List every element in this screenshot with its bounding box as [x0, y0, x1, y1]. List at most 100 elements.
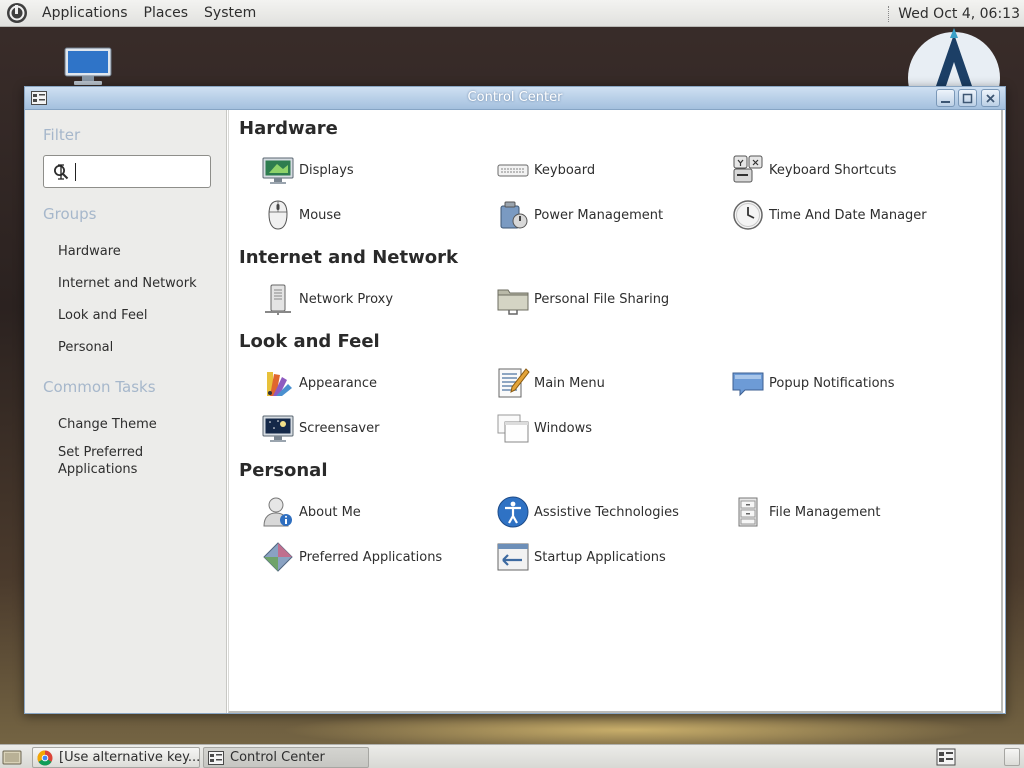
- startup-apps-icon: [497, 543, 529, 571]
- item-label: Main Menu: [534, 375, 605, 391]
- control-center-icon: [208, 750, 224, 765]
- minimize-icon: [941, 100, 950, 103]
- group-hardware[interactable]: Hardware: [58, 243, 218, 260]
- keyboard-icon: [497, 164, 529, 177]
- display-icon: [262, 157, 294, 184]
- item-label: Startup Applications: [534, 549, 666, 565]
- clock[interactable]: Wed Oct 4, 06:13: [898, 6, 1024, 22]
- item-label: Preferred Applications: [299, 549, 443, 565]
- group-look-and-feel[interactable]: Look and Feel: [58, 307, 218, 324]
- groups-heading: Groups: [43, 205, 97, 223]
- section-hardware-title: Hardware: [239, 118, 338, 139]
- item-label: Power Management: [534, 207, 664, 223]
- item-label: Keyboard Shortcuts: [769, 162, 897, 178]
- panel-separator: [888, 5, 890, 22]
- screensaver-icon: [262, 415, 294, 442]
- about-me-icon: [263, 497, 292, 527]
- places-menu[interactable]: Places: [136, 0, 197, 27]
- show-desktop-icon[interactable]: [2, 748, 22, 766]
- item-label: Windows: [534, 420, 593, 436]
- item-label: Popup Notifications: [769, 375, 895, 391]
- maximize-icon: [962, 93, 973, 103]
- task-change-theme[interactable]: Change Theme: [58, 416, 218, 433]
- mouse-ibeam-cursor-icon: [58, 164, 64, 180]
- item-file-management[interactable]: File Management: [731, 495, 881, 529]
- popup-notification-icon: [732, 372, 764, 397]
- item-keyboard-shortcuts[interactable]: Keyboard Shortcuts: [731, 153, 896, 187]
- sidebar: Filter Groups Hardware Internet and Netw…: [25, 110, 227, 713]
- task-set-preferred-applications[interactable]: Set Preferred Applications: [58, 444, 188, 478]
- keyboard-shortcuts-icon: [733, 155, 763, 183]
- task-label: [Use alternative key...: [59, 750, 200, 765]
- network-proxy-icon: [265, 284, 291, 315]
- main-content: Hardware Displays Keyboard Keyboard Shor…: [228, 110, 1003, 713]
- item-label: Displays: [299, 162, 354, 178]
- chrome-icon: [37, 750, 53, 766]
- group-internet-network[interactable]: Internet and Network: [58, 275, 218, 292]
- control-center-window: Control Center Filter Groups Hardware In…: [24, 86, 1006, 714]
- item-mouse[interactable]: Mouse: [261, 198, 341, 232]
- file-cabinet-icon: [738, 497, 758, 527]
- distro-logo-icon[interactable]: [6, 2, 28, 24]
- item-label: Personal File Sharing: [534, 291, 670, 307]
- item-label: Appearance: [299, 375, 378, 391]
- item-popup-notifications[interactable]: Popup Notifications: [731, 366, 895, 400]
- item-personal-file-sharing[interactable]: Personal File Sharing: [496, 282, 669, 316]
- tray-control-center-icon[interactable]: [936, 748, 956, 766]
- item-preferred-applications[interactable]: Preferred Applications: [261, 540, 442, 574]
- applications-menu[interactable]: Applications: [34, 0, 136, 27]
- task-label: Control Center: [230, 750, 325, 765]
- item-network-proxy[interactable]: Network Proxy: [261, 282, 393, 316]
- item-screensaver[interactable]: Screensaver: [261, 411, 379, 445]
- appearance-icon: [267, 372, 292, 396]
- window-title: Control Center: [467, 90, 563, 105]
- group-personal[interactable]: Personal: [58, 339, 218, 356]
- mouse-icon: [268, 200, 288, 230]
- top-panel: Applications Places System Wed Oct 4, 06…: [0, 0, 1024, 27]
- maximize-button[interactable]: [958, 89, 977, 107]
- shared-folder-icon: [497, 289, 529, 315]
- item-displays[interactable]: Displays: [261, 153, 354, 187]
- item-label: Network Proxy: [299, 291, 394, 307]
- item-label: About Me: [299, 504, 361, 520]
- item-assistive-technologies[interactable]: Assistive Technologies: [496, 495, 679, 529]
- section-personal-title: Personal: [239, 460, 328, 481]
- windows-icon: [497, 414, 529, 443]
- clock-icon: [733, 200, 763, 230]
- item-time-and-date[interactable]: Time And Date Manager: [731, 198, 927, 232]
- item-startup-applications[interactable]: Startup Applications: [496, 540, 666, 574]
- item-appearance[interactable]: Appearance: [261, 366, 377, 400]
- section-look-and-feel-title: Look and Feel: [239, 331, 380, 352]
- item-power-management[interactable]: Power Management: [496, 198, 663, 232]
- workspace-switcher[interactable]: [1004, 748, 1020, 766]
- close-icon: [986, 93, 995, 103]
- item-about-me[interactable]: About Me: [261, 495, 361, 529]
- computer-desktop-icon[interactable]: [62, 46, 114, 86]
- search-input[interactable]: [74, 161, 204, 183]
- item-windows[interactable]: Windows: [496, 411, 592, 445]
- item-keyboard[interactable]: Keyboard: [496, 153, 595, 187]
- main-menu-icon: [498, 368, 530, 398]
- system-menu[interactable]: System: [196, 0, 264, 27]
- common-tasks-heading: Common Tasks: [43, 378, 156, 396]
- text-caret: [75, 163, 76, 181]
- task-button-browser[interactable]: [Use alternative key...: [32, 747, 200, 768]
- item-label: Mouse: [299, 207, 342, 223]
- task-button-control-center[interactable]: Control Center: [203, 747, 369, 768]
- accessibility-icon: [497, 496, 529, 528]
- close-button[interactable]: [981, 89, 1000, 107]
- section-internet-network-title: Internet and Network: [239, 247, 458, 268]
- minimize-button[interactable]: [936, 89, 955, 107]
- bottom-taskbar: [Use alternative key... Control Center: [0, 744, 1024, 768]
- item-main-menu[interactable]: Main Menu: [496, 366, 605, 400]
- wallpaper-logo-icon: [908, 28, 1000, 90]
- window-titlebar[interactable]: Control Center: [25, 87, 1005, 110]
- power-management-icon: [500, 201, 528, 229]
- search-field[interactable]: [43, 155, 211, 188]
- item-label: Screensaver: [299, 420, 380, 436]
- item-label: Time And Date Manager: [769, 207, 927, 223]
- item-label: Keyboard: [534, 162, 596, 178]
- item-label: File Management: [769, 504, 881, 520]
- item-label: Assistive Technologies: [534, 504, 679, 520]
- preferred-apps-icon: [263, 542, 293, 572]
